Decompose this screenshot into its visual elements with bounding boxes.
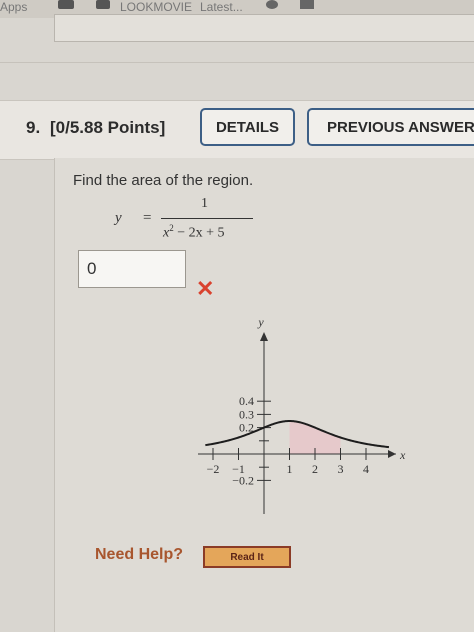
incorrect-icon: ✕ [196,276,215,301]
bookmark-icon[interactable] [266,0,278,9]
question-number: 9. [26,118,41,137]
y-tick-label: 0.4 [239,394,254,408]
x-tick-label: 4 [363,462,369,476]
y-axis-arrow [260,332,268,341]
denominator-rest: − 2x + 5 [173,225,225,241]
y-axis-label: y [257,315,264,329]
divider [0,62,474,63]
function-graph: −2 −1 1 2 3 40.40.30.2−0.2xy [198,315,406,514]
need-help-label: Need Help? [95,546,184,563]
bookmark-lookmovie[interactable]: LOOKMOVIE [120,0,192,14]
details-button[interactable]: DETAILS [200,108,295,146]
read-it-button[interactable]: Read It [203,546,291,568]
equation-equals: = [143,210,152,226]
bookmark-icon[interactable] [300,0,314,9]
previous-answers-button[interactable]: PREVIOUS ANSWERS [307,108,474,146]
equation-lhs: y [115,210,122,226]
bookmark-latest[interactable]: Latest... [200,0,243,14]
question-prompt: Find the area of the region. [73,172,254,189]
bookmark-icon[interactable] [96,0,110,9]
fraction-bar [161,218,253,219]
answer-input[interactable]: 0 [78,250,186,288]
y-tick-label: 0.2 [239,421,254,435]
bookmark-apps[interactable]: Apps [0,0,27,14]
question-points: [0/5.88 Points] [50,118,166,137]
x-tick-label: 2 [312,462,318,476]
bookmark-icon[interactable] [58,0,74,9]
equation: y = 1 x2 − 2x + 5 [115,196,275,246]
x-axis-arrow [388,450,396,458]
x-axis-label: x [399,448,406,462]
x-tick-label: 1 [287,462,293,476]
equation-denominator: x2 − 2x + 5 [163,223,225,242]
y-tick-label: 0.3 [239,407,254,421]
x-tick-label: −2 [207,462,220,476]
x-tick-label: 3 [338,462,344,476]
previous-question-panel [54,14,474,42]
equation-numerator: 1 [201,196,208,211]
y-tick-label: −0.2 [232,473,254,487]
